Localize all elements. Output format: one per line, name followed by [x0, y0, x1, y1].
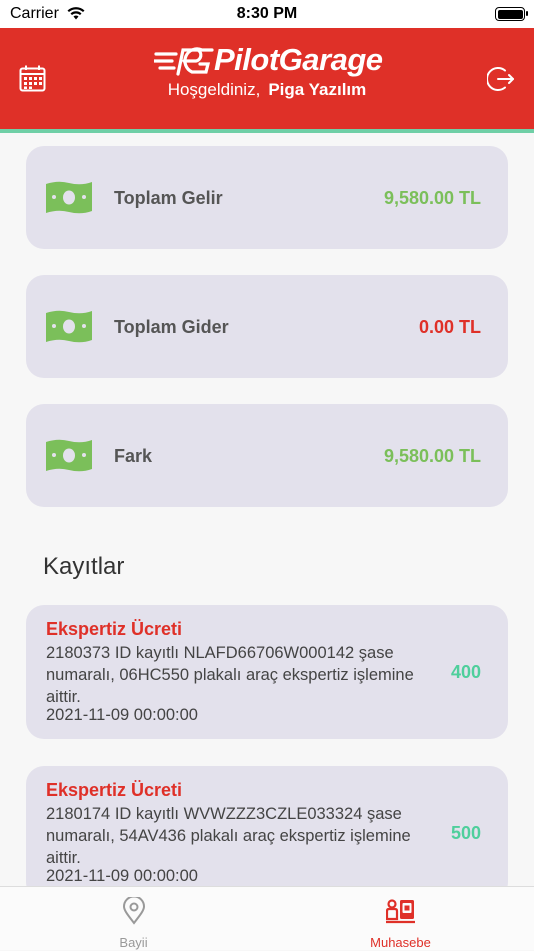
summary-value: 0.00 TL — [418, 317, 481, 337]
logo-wordmark: PilotGarage — [214, 42, 383, 77]
record-amount: 400 — [450, 662, 481, 682]
pilot-garage-logo: PilotGarage — [154, 42, 394, 80]
summary-card-difference: Fark 9,580.00 TL — [26, 404, 508, 507]
status-bar: Carrier 8:30 PM — [0, 0, 534, 28]
money-icon — [46, 181, 92, 214]
summary-card-expense: Toplam Gider 0.00 TL — [26, 275, 508, 378]
bottom-tab-bar: Bayii Muhasebe — [0, 886, 534, 950]
welcome-line: Hoşgeldiniz, Piga Yazılım — [0, 80, 534, 100]
accounting-content[interactable]: Toplam Gelir 9,580.00 TL Toplam Gider 0.… — [0, 133, 534, 886]
record-card[interactable]: Ekspertiz Ücreti 2180373 ID kayıtlı NLAF… — [26, 605, 508, 739]
battery-icon — [495, 7, 528, 21]
accounting-icon — [386, 899, 415, 924]
welcome-text: Hoşgeldiniz, — [167, 80, 261, 99]
record-amount: 500 — [450, 823, 481, 843]
record-description: 2180373 ID kayıtlı NLAFD66706W000142 şas… — [46, 644, 414, 706]
record-date: 2021-11-09 00:00:00 — [46, 706, 198, 724]
pg-monogram-icon — [154, 47, 214, 76]
clock: 8:30 PM — [236, 5, 298, 22]
summary-value: 9,580.00 TL — [383, 446, 481, 466]
user-name: Piga Yazılım — [268, 80, 367, 99]
money-icon — [46, 310, 92, 343]
location-pin-icon — [122, 897, 146, 925]
summary-value: 9,580.00 TL — [383, 188, 481, 208]
record-card[interactable]: Ekspertiz Ücreti 2180174 ID kayıtlı WVWZ… — [26, 766, 508, 886]
tab-bayii[interactable]: Bayii — [0, 887, 267, 951]
money-icon — [46, 439, 92, 472]
record-title: Ekspertiz Ücreti — [46, 780, 183, 800]
record-description: 2180174 ID kayıtlı WVWZZZ3CZLE033324 şas… — [46, 805, 411, 867]
summary-label: Toplam Gelir — [114, 188, 223, 208]
record-date: 2021-11-09 00:00:00 — [46, 867, 198, 885]
app-header: PilotGarage Hoşgeldiniz, Piga Yazılım — [0, 28, 534, 129]
summary-label: Toplam Gider — [114, 317, 229, 337]
tab-label: Bayii — [119, 935, 148, 950]
summary-card-income: Toplam Gelir 9,580.00 TL — [26, 146, 508, 249]
logout-icon[interactable] — [487, 65, 515, 93]
record-title: Ekspertiz Ücreti — [46, 619, 183, 639]
records-title: Kayıtlar — [43, 553, 125, 580]
summary-label: Fark — [114, 446, 153, 466]
tab-label: Muhasebe — [370, 935, 431, 950]
tab-muhasebe[interactable]: Muhasebe — [267, 887, 534, 951]
